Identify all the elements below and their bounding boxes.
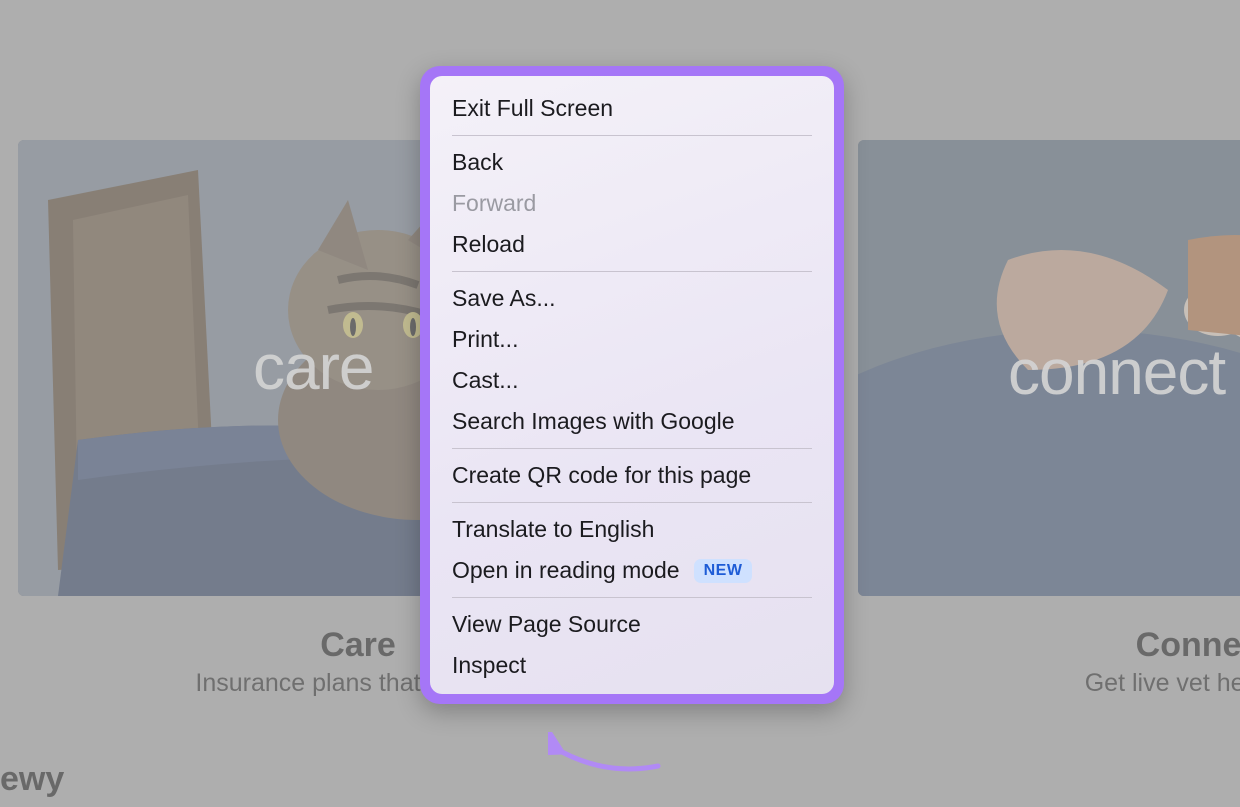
menu-item-print[interactable]: Print... [430, 319, 834, 360]
promo-subtitle: Get live vet help in a [858, 669, 1240, 698]
menu-item-search-images[interactable]: Search Images with Google [430, 401, 834, 442]
menu-divider [452, 502, 812, 503]
menu-divider [452, 135, 812, 136]
promo-card-overlay-text: connect [1008, 335, 1225, 409]
menu-item-view-source[interactable]: View Page Source [430, 604, 834, 645]
menu-item-translate[interactable]: Translate to English [430, 509, 834, 550]
annotation-arrow-icon [548, 732, 668, 782]
brand-text-fragment: ewy [0, 760, 64, 799]
menu-item-back[interactable]: Back [430, 142, 834, 183]
promo-caption-connect: Connec Get live vet help in a [858, 626, 1240, 698]
promo-title: Connec [858, 626, 1240, 665]
context-menu: Exit Full Screen Back Forward Reload Sav… [430, 76, 834, 694]
menu-item-label: Open in reading mode [452, 557, 680, 584]
menu-item-create-qr[interactable]: Create QR code for this page [430, 455, 834, 496]
menu-item-forward: Forward [430, 183, 834, 224]
new-badge: NEW [694, 559, 753, 583]
menu-item-reload[interactable]: Reload [430, 224, 834, 265]
menu-item-cast[interactable]: Cast... [430, 360, 834, 401]
menu-item-reading-mode[interactable]: Open in reading mode NEW [430, 550, 834, 591]
context-menu-highlight-frame: Exit Full Screen Back Forward Reload Sav… [420, 66, 844, 704]
promo-card-connect[interactable]: connect [858, 140, 1240, 596]
menu-divider [452, 448, 812, 449]
menu-divider [452, 271, 812, 272]
menu-item-inspect[interactable]: Inspect [430, 645, 834, 686]
menu-item-exit-fullscreen[interactable]: Exit Full Screen [430, 88, 834, 129]
menu-divider [452, 597, 812, 598]
menu-item-save-as[interactable]: Save As... [430, 278, 834, 319]
promo-card-overlay-text: care [253, 330, 374, 404]
